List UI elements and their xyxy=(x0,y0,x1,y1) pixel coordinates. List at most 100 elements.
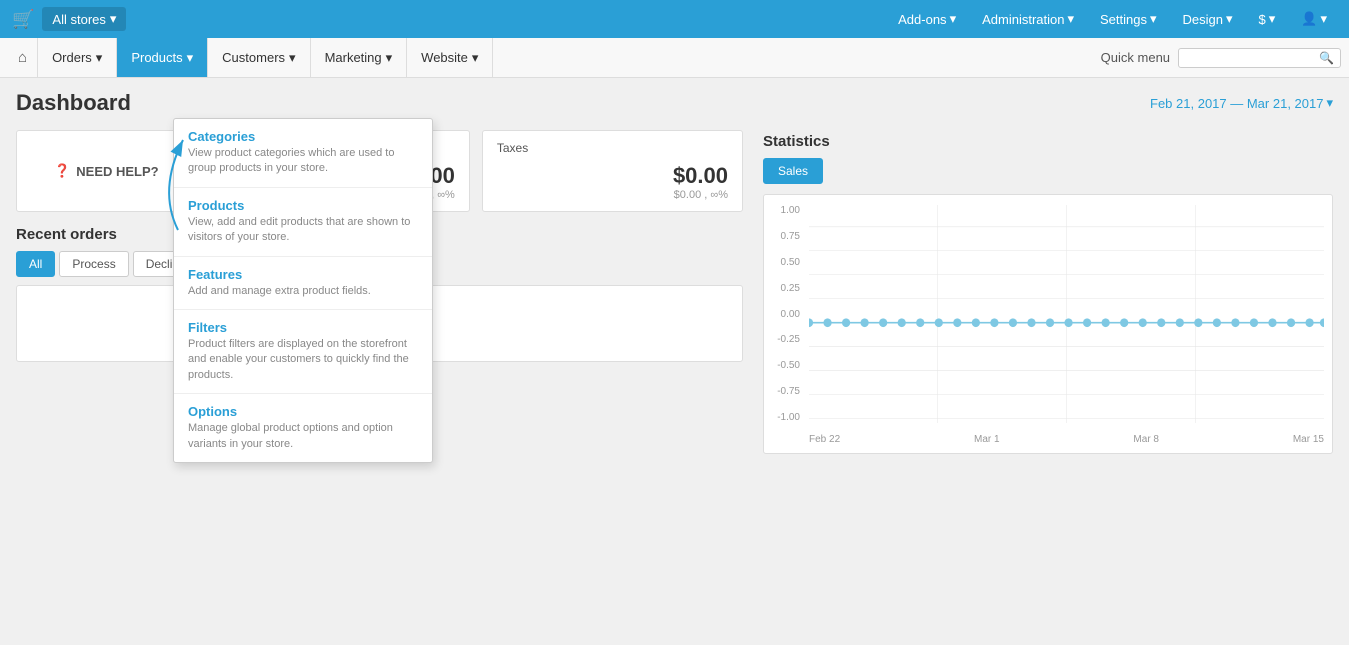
y-axis-label: -0.25 xyxy=(777,334,800,345)
need-help-card[interactable]: ❓ NEED HELP? xyxy=(16,130,197,212)
x-axis-labels: Feb 22 Mar 1 Mar 8 Mar 15 xyxy=(809,434,1324,445)
dropdown-item-desc: Product filters are displayed on the sto… xyxy=(188,337,418,383)
y-axis-label: 0.25 xyxy=(781,283,800,294)
dropdown-item-desc: View product categories which are used t… xyxy=(188,146,418,177)
customers-nav[interactable]: Customers ▾ xyxy=(208,38,310,77)
orders-tab-process[interactable]: Process xyxy=(59,251,128,277)
products-arrow: ▾ xyxy=(187,50,194,66)
settings-arrow: ▾ xyxy=(1150,11,1157,27)
y-axis-label: -0.50 xyxy=(777,360,800,371)
dropdown-item-products[interactable]: Products View, add and edit products that… xyxy=(174,188,432,257)
y-axis-label: 0.00 xyxy=(781,309,800,320)
home-nav[interactable]: ⌂ xyxy=(8,38,38,77)
x-axis-label: Mar 15 xyxy=(1293,434,1324,445)
page-title: Dashboard xyxy=(16,90,131,116)
orders-nav[interactable]: Orders ▾ xyxy=(38,38,117,77)
administration-label: Administration xyxy=(982,12,1064,27)
x-axis-label: Mar 8 xyxy=(1133,434,1159,445)
design-nav[interactable]: Design ▾ xyxy=(1173,5,1243,33)
user-icon: 👤 xyxy=(1301,11,1317,27)
currency-nav[interactable]: $ ▾ xyxy=(1249,5,1286,33)
addons-nav[interactable]: Add-ons ▾ xyxy=(888,5,966,33)
dropdown-item-title: Features xyxy=(188,267,418,282)
y-axis-label: -1.00 xyxy=(777,412,800,423)
design-label: Design xyxy=(1183,12,1223,27)
statistics-title: Statistics xyxy=(763,133,1333,150)
stats-tabs: Sales xyxy=(763,158,1333,184)
products-dropdown: Categories View product categories which … xyxy=(173,118,433,463)
y-axis-label: 1.00 xyxy=(781,205,800,216)
dropdown-item-categories[interactable]: Categories View product categories which … xyxy=(174,119,432,188)
dropdown-item-title: Filters xyxy=(188,320,418,335)
addons-label: Add-ons xyxy=(898,12,946,27)
statistics-section: Statistics Sales 1.00 0.75 0.50 0.25 0.00 -0.… xyxy=(763,133,1333,454)
secondary-nav: ⌂ Orders ▾ Products ▾ Customers ▾ Market… xyxy=(0,38,1349,78)
dropdown-item-desc: Manage global product options and option… xyxy=(188,421,418,452)
date-range-text: Feb 21, 2017 — Mar 21, 2017 xyxy=(1150,96,1323,111)
dropdown-item-title: Categories xyxy=(188,129,418,144)
store-selector-label: All stores xyxy=(52,12,105,27)
y-axis-label: 0.50 xyxy=(781,257,800,268)
products-nav[interactable]: Products ▾ xyxy=(117,38,208,77)
settings-nav[interactable]: Settings ▾ xyxy=(1090,5,1167,33)
quick-menu-search[interactable]: 🔍 xyxy=(1178,48,1341,68)
stats-tab-sales[interactable]: Sales xyxy=(763,158,823,184)
taxes-card-sub: $0.00 , ∞% xyxy=(497,189,728,201)
dropdown-item-features[interactable]: Features Add and manage extra product fie… xyxy=(174,257,432,310)
y-axis-labels: 1.00 0.75 0.50 0.25 0.00 -0.25 -0.50 -0.75 -1.00 xyxy=(764,205,804,423)
website-arrow: ▾ xyxy=(472,50,479,66)
taxes-card-title: Taxes xyxy=(497,141,728,155)
dropdown-item-title: Products xyxy=(188,198,418,213)
products-label: Products xyxy=(131,50,182,65)
secondary-nav-right: Quick menu 🔍 xyxy=(1101,38,1341,77)
user-nav[interactable]: 👤 ▾ xyxy=(1291,5,1337,33)
store-selector[interactable]: All stores ▾ xyxy=(42,7,126,31)
main-area: Dashboard Feb 21, 2017 — Mar 21, 2017 ▾ … xyxy=(0,78,1349,374)
dropdown-item-title: Options xyxy=(188,404,418,419)
administration-arrow: ▾ xyxy=(1067,11,1074,27)
orders-arrow: ▾ xyxy=(96,50,103,66)
settings-label: Settings xyxy=(1100,12,1147,27)
currency-label: $ xyxy=(1259,12,1266,27)
topbar-right: Add-ons ▾ Administration ▾ Settings ▾ De… xyxy=(888,5,1337,33)
topbar-left: 🛒 All stores ▾ xyxy=(12,7,126,31)
marketing-nav[interactable]: Marketing ▾ xyxy=(311,38,408,77)
taxes-card: Taxes $0.00 $0.00 , ∞% xyxy=(482,130,743,212)
y-axis-label: -0.75 xyxy=(777,386,800,397)
home-icon: ⌂ xyxy=(18,49,27,66)
currency-arrow: ▾ xyxy=(1269,11,1276,27)
taxes-card-value: $0.00 xyxy=(497,163,728,189)
marketing-label: Marketing xyxy=(325,50,382,65)
quick-menu-label: Quick menu xyxy=(1101,50,1170,65)
cart-icon: 🛒 xyxy=(12,9,34,30)
x-axis-label: Mar 1 xyxy=(974,434,1000,445)
website-label: Website xyxy=(421,50,468,65)
dropdown-item-desc: View, add and edit products that are sho… xyxy=(188,215,418,246)
quick-menu-input[interactable] xyxy=(1185,51,1315,65)
marketing-arrow: ▾ xyxy=(386,50,393,66)
topbar: 🛒 All stores ▾ Add-ons ▾ Administration … xyxy=(0,0,1349,38)
chart-svg xyxy=(809,205,1324,423)
orders-label: Orders xyxy=(52,50,92,65)
customers-arrow: ▾ xyxy=(289,50,296,66)
secondary-nav-left: ⌂ Orders ▾ Products ▾ Customers ▾ Market… xyxy=(8,38,493,77)
store-selector-arrow: ▾ xyxy=(110,11,117,27)
administration-nav[interactable]: Administration ▾ xyxy=(972,5,1084,33)
chart-container: 1.00 0.75 0.50 0.25 0.00 -0.25 -0.50 -0.75 -1.00 xyxy=(763,194,1333,454)
design-arrow: ▾ xyxy=(1226,11,1233,27)
page-header: Dashboard Feb 21, 2017 — Mar 21, 2017 ▾ xyxy=(16,90,1333,116)
website-nav[interactable]: Website ▾ xyxy=(407,38,493,77)
y-axis-label: 0.75 xyxy=(781,231,800,242)
x-axis-label: Feb 22 xyxy=(809,434,840,445)
orders-tab-all[interactable]: All xyxy=(16,251,55,277)
date-range-arrow: ▾ xyxy=(1326,95,1333,111)
dropdown-item-options[interactable]: Options Manage global product options and… xyxy=(174,394,432,462)
user-arrow: ▾ xyxy=(1320,11,1327,27)
customers-label: Customers xyxy=(222,50,285,65)
dropdown-item-desc: Add and manage extra product fields. xyxy=(188,284,418,299)
addons-arrow: ▾ xyxy=(950,11,957,27)
date-range[interactable]: Feb 21, 2017 — Mar 21, 2017 ▾ xyxy=(1150,95,1333,111)
search-icon[interactable]: 🔍 xyxy=(1319,51,1334,65)
dropdown-item-filters[interactable]: Filters Product filters are displayed on … xyxy=(174,310,432,394)
help-icon: ❓ xyxy=(54,163,70,179)
